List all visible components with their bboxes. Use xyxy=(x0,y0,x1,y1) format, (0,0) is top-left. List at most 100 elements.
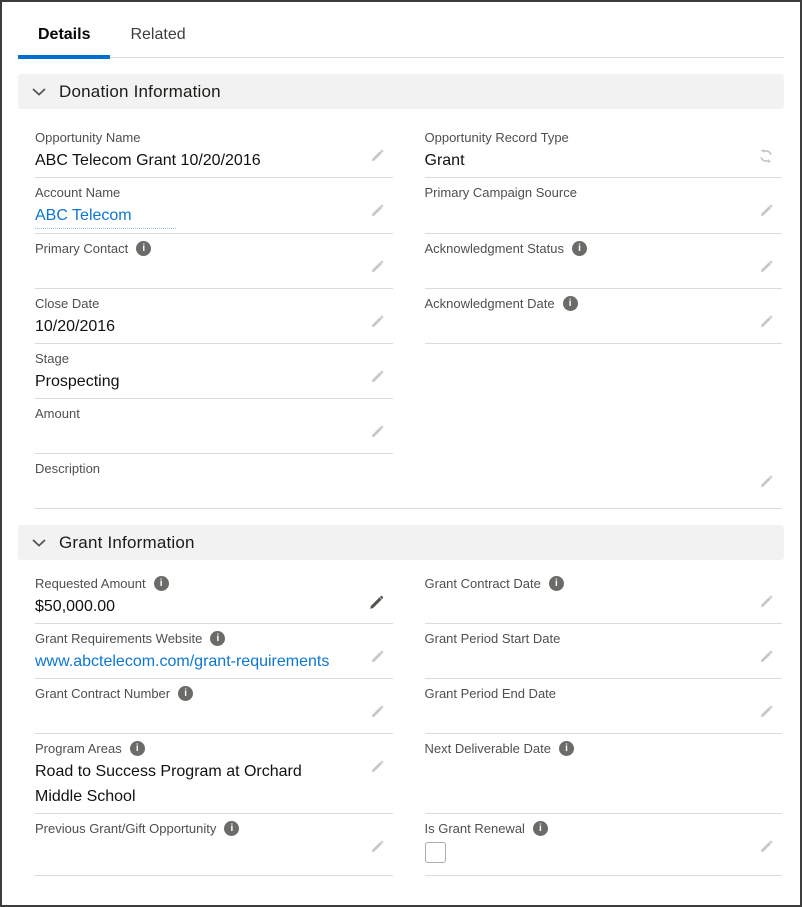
tab-details[interactable]: Details xyxy=(18,20,110,57)
info-icon[interactable]: i xyxy=(563,296,578,311)
change-record-type-button[interactable] xyxy=(758,148,774,164)
field-previous-grant-gift-opportunity: Previous Grant/Gift Opportunity i xyxy=(35,814,393,876)
is-grant-renewal-checkbox[interactable] xyxy=(425,842,446,863)
field-primary-contact: Primary Contact i xyxy=(35,234,393,289)
info-icon[interactable]: i xyxy=(178,686,193,701)
edit-pencil-button[interactable] xyxy=(369,314,385,330)
field-label: Grant Contract Number xyxy=(35,685,170,702)
field-next-deliverable-date: Next Deliverable Date i xyxy=(425,734,783,814)
edit-pencil-button[interactable] xyxy=(369,148,385,164)
field-grant-requirements-website: Grant Requirements Website i www.abctelec… xyxy=(35,624,393,679)
edit-pencil-button[interactable] xyxy=(758,704,774,720)
field-value: 10/20/2016 xyxy=(35,314,393,339)
account-name-link[interactable]: ABC Telecom xyxy=(35,203,176,229)
info-icon[interactable]: i xyxy=(559,741,574,756)
field-value xyxy=(35,424,393,449)
field-primary-campaign-source: Primary Campaign Source xyxy=(425,178,783,234)
field-label: Grant Requirements Website xyxy=(35,630,202,647)
field-label: Program Areas xyxy=(35,740,122,757)
info-icon[interactable]: i xyxy=(154,576,169,591)
field-value xyxy=(425,314,783,339)
field-value: Prospecting xyxy=(35,369,393,394)
info-icon[interactable]: i xyxy=(224,821,239,836)
field-label: Account Name xyxy=(35,184,120,201)
pencil-icon xyxy=(367,594,385,612)
edit-pencil-button[interactable] xyxy=(369,839,385,855)
info-icon[interactable]: i xyxy=(533,821,548,836)
field-value: Road to Success Program at Orchard Middl… xyxy=(35,759,393,809)
edit-pencil-button[interactable] xyxy=(369,424,385,440)
field-program-areas: Program Areas i Road to Success Program a… xyxy=(35,734,393,814)
field-label: Next Deliverable Date xyxy=(425,740,551,757)
field-grant-period-end-date: Grant Period End Date xyxy=(425,679,783,734)
grant-website-link[interactable]: www.abctelecom.com/grant-requirements xyxy=(35,649,373,674)
pencil-icon xyxy=(758,704,774,720)
field-description: Description xyxy=(35,454,782,509)
field-label: Previous Grant/Gift Opportunity xyxy=(35,820,216,837)
edit-pencil-button[interactable] xyxy=(758,314,774,330)
field-acknowledgment-status: Acknowledgment Statusi xyxy=(425,234,783,289)
field-row: Grant Contract Number i Grant Period End … xyxy=(35,679,782,734)
section-header-grant[interactable]: Grant Information xyxy=(18,525,784,560)
edit-pencil-button[interactable] xyxy=(758,839,774,855)
field-grant-contract-number: Grant Contract Number i xyxy=(35,679,393,734)
info-icon[interactable]: i xyxy=(572,241,587,256)
edit-pencil-button[interactable] xyxy=(367,594,385,612)
edit-pencil-button[interactable] xyxy=(758,203,774,219)
edit-pencil-button[interactable] xyxy=(758,594,774,610)
field-grant-contract-date: Grant Contract Datei xyxy=(425,569,783,624)
info-icon[interactable]: i xyxy=(549,576,564,591)
field-value: $50,000.00 xyxy=(35,594,393,619)
field-row: Primary Contact i Acknowledgment Statusi xyxy=(35,234,782,289)
field-label: Primary Campaign Source xyxy=(425,184,577,201)
section-grant-information: Grant Information Requested Amount i $50,… xyxy=(18,525,784,876)
field-value xyxy=(425,649,783,674)
field-row: Grant Requirements Website i www.abctelec… xyxy=(35,624,782,679)
edit-pencil-button[interactable] xyxy=(369,649,385,665)
record-detail-page: Details Related Donation Information Opp… xyxy=(0,0,802,907)
field-row: Stage Prospecting xyxy=(35,344,782,399)
chevron-down-icon xyxy=(32,88,46,96)
field-value xyxy=(425,259,783,284)
field-requested-amount: Requested Amount i $50,000.00 xyxy=(35,569,393,624)
field-row: Close Date 10/20/2016 Acknowledgment Dat… xyxy=(35,289,782,344)
pencil-icon xyxy=(758,649,774,665)
pencil-icon xyxy=(758,839,774,855)
grant-fields: Requested Amount i $50,000.00 Grant Contr… xyxy=(18,560,784,876)
field-value xyxy=(425,759,783,784)
pencil-icon xyxy=(369,759,385,775)
field-label: Primary Contact xyxy=(35,240,128,257)
info-icon[interactable]: i xyxy=(210,631,225,646)
field-value xyxy=(425,594,783,619)
empty-cell xyxy=(425,344,783,399)
info-icon[interactable]: i xyxy=(136,241,151,256)
edit-pencil-button[interactable] xyxy=(369,369,385,385)
field-label: Requested Amount xyxy=(35,575,146,592)
info-icon[interactable]: i xyxy=(130,741,145,756)
field-label: Close Date xyxy=(35,295,99,312)
field-value xyxy=(35,259,393,284)
edit-pencil-button[interactable] xyxy=(369,759,385,775)
field-close-date: Close Date 10/20/2016 xyxy=(35,289,393,344)
pencil-icon xyxy=(369,839,385,855)
field-row: Description xyxy=(35,454,782,509)
pencil-icon xyxy=(758,474,774,490)
edit-pencil-button[interactable] xyxy=(369,704,385,720)
section-title: Grant Information xyxy=(59,533,195,553)
field-value xyxy=(425,203,783,228)
field-opportunity-name: Opportunity Name ABC Telecom Grant 10/20… xyxy=(35,123,393,178)
edit-pencil-button[interactable] xyxy=(369,259,385,275)
edit-pencil-button[interactable] xyxy=(758,474,774,490)
tab-related[interactable]: Related xyxy=(110,20,205,57)
field-label: Is Grant Renewal xyxy=(425,820,525,837)
field-row: Opportunity Name ABC Telecom Grant 10/20… xyxy=(35,123,782,178)
edit-pencil-button[interactable] xyxy=(758,649,774,665)
field-acknowledgment-date: Acknowledgment Datei xyxy=(425,289,783,344)
edit-pencil-button[interactable] xyxy=(758,259,774,275)
edit-pencil-button[interactable] xyxy=(369,203,385,219)
field-row: Program Areas i Road to Success Program a… xyxy=(35,734,782,814)
field-label: Grant Period Start Date xyxy=(425,630,561,647)
field-label: Amount xyxy=(35,405,80,422)
pencil-icon xyxy=(369,259,385,275)
section-header-donation[interactable]: Donation Information xyxy=(18,74,784,109)
